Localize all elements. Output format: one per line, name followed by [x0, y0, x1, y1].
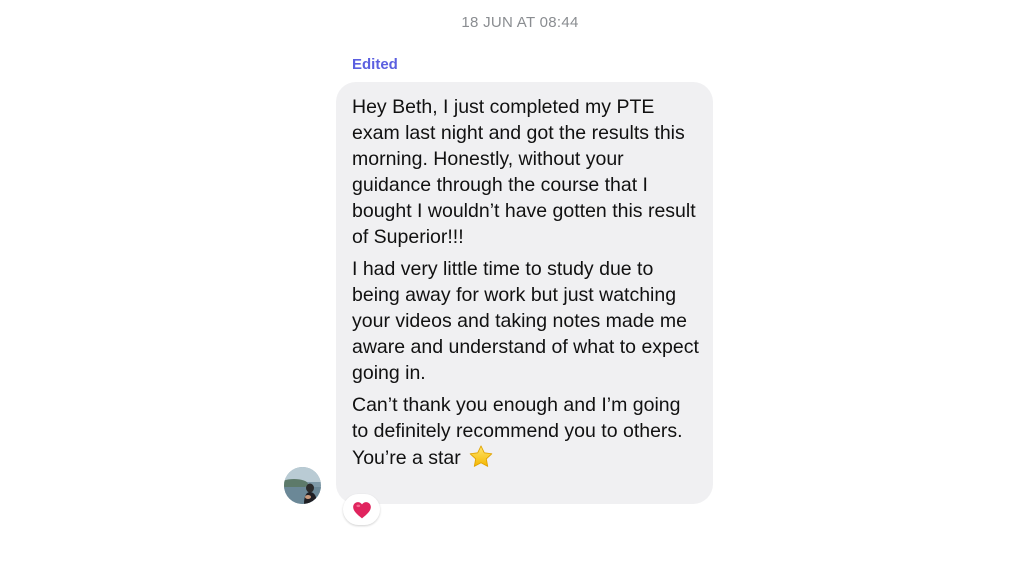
- message-bubble[interactable]: Hey Beth, I just completed my PTE exam l…: [336, 82, 713, 504]
- heart-icon: [352, 501, 371, 518]
- message-paragraph-text: Can’t thank you enough and I’m going to …: [352, 394, 683, 469]
- avatar-photo: [284, 467, 321, 504]
- edited-label[interactable]: Edited: [352, 56, 398, 73]
- reaction-badge[interactable]: [343, 494, 380, 525]
- message-paragraph-last: Can’t thank you enough and I’m going to …: [352, 392, 699, 471]
- message-paragraph: I had very little time to study due to b…: [352, 258, 699, 384]
- message-paragraph: Hey Beth, I just completed my PTE exam l…: [352, 96, 696, 248]
- star-icon: [468, 444, 494, 470]
- chat-thread: 18 JUN AT 08:44 Edited Hey Beth, I just …: [0, 0, 1024, 576]
- message-timestamp: 18 JUN AT 08:44: [461, 14, 579, 31]
- sender-avatar[interactable]: [284, 467, 321, 504]
